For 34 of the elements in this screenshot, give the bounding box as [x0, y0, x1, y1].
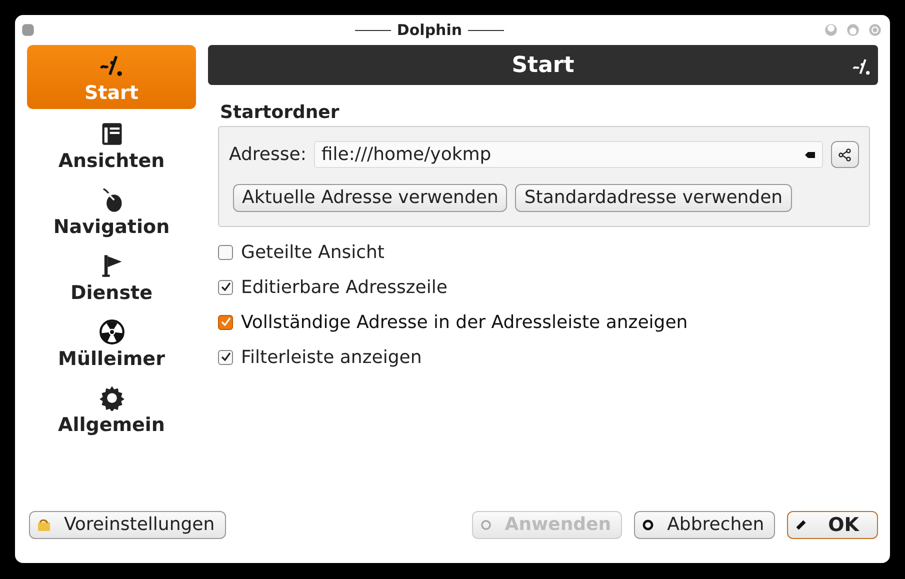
apply-icon [478, 518, 493, 532]
home-icon [852, 57, 872, 77]
sidebar-item[interactable]: Navigation [27, 177, 196, 243]
window-title: Dolphin [396, 20, 462, 41]
dialog-button[interactable]: OK [787, 511, 878, 539]
close-icon [868, 23, 882, 37]
window-menu-icon [21, 23, 35, 37]
sidebar-item[interactable]: Dienste [27, 243, 196, 309]
checkbox-label: Geteilte Ansicht [241, 240, 384, 265]
checkbox[interactable] [218, 350, 233, 365]
checkbox[interactable] [218, 244, 233, 260]
sidebar-item[interactable]: Ansichten [27, 111, 196, 177]
dialog-button[interactable]: Abbrechen [634, 511, 776, 539]
folder-picker-button[interactable] [831, 141, 859, 168]
share-icon [838, 148, 852, 162]
address-field[interactable]: file:///home/yokmp [314, 141, 823, 168]
sidebar-item[interactable]: Mülleimer [27, 309, 196, 375]
address-label: Adresse: [229, 143, 306, 168]
maximize-icon [846, 23, 860, 37]
defaults-button[interactable]: Voreinstellungen [29, 511, 226, 539]
settings-icon [98, 384, 124, 410]
address-button[interactable]: Standardadresse verwenden [515, 184, 792, 212]
address-button[interactable]: Aktuelle Adresse verwenden [233, 184, 508, 212]
group-title: Startordner [220, 101, 340, 125]
sidebar-item[interactable]: Allgemein [27, 375, 196, 441]
minimize-icon [824, 23, 838, 37]
radiation-icon [98, 318, 124, 344]
checkbox[interactable] [218, 314, 233, 330]
checkbox-label: Vollständige Adresse in der Adressleiste anzeigen [241, 310, 688, 335]
header-title: Start [512, 52, 574, 80]
checkbox-label: Editierbare Adresszeile [241, 276, 448, 300]
cancel-icon [641, 518, 656, 532]
checkbox[interactable] [218, 280, 233, 295]
checkbox-label: Filterleiste anzeigen [241, 346, 422, 370]
